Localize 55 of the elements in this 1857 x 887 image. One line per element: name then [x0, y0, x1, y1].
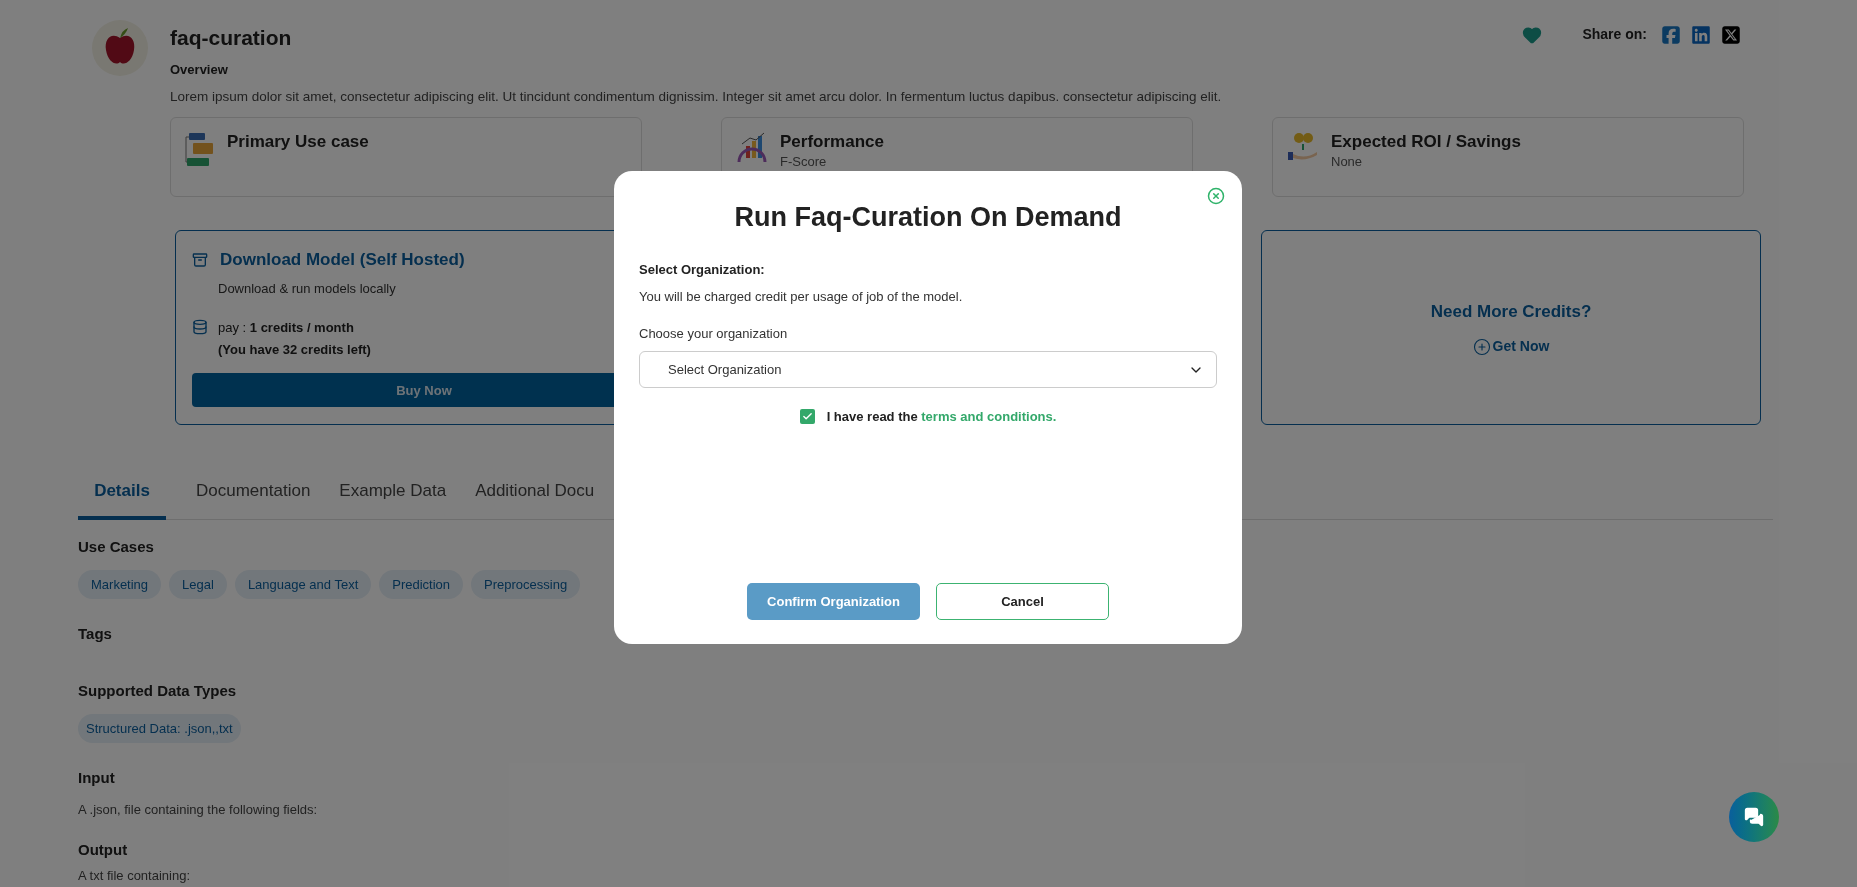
- info-card-title: Expected ROI / Savings: [1331, 132, 1521, 153]
- download-card-title: Download Model (Self Hosted): [220, 249, 465, 272]
- download-card-subtitle: Download & run models locally: [218, 279, 396, 298]
- section-heading: Tags: [78, 624, 113, 645]
- modal-section-label: Select Organization:: [639, 260, 766, 279]
- data-type-chip: Structured Data: .json,,txt: [78, 714, 241, 744]
- output-description: A txt file containing:: [78, 867, 190, 884]
- organization-select[interactable]: Select Organization: [639, 351, 1217, 388]
- x-icon[interactable]: [1721, 24, 1741, 45]
- cancel-button[interactable]: Cancel: [936, 583, 1109, 620]
- overview-label: Overview: [170, 60, 229, 79]
- chat-icon: [1744, 807, 1764, 827]
- favorite-icon[interactable]: [1522, 24, 1543, 45]
- share-label: Share on:: [1582, 25, 1647, 44]
- model-title: faq-curation: [170, 25, 292, 51]
- get-now-link[interactable]: Get Now: [1472, 336, 1550, 357]
- terms-link[interactable]: terms and conditions.: [921, 409, 1057, 424]
- facebook-icon[interactable]: [1661, 24, 1681, 45]
- confirm-button[interactable]: Confirm Organization: [747, 583, 920, 620]
- use-case-chip: Marketing: [78, 570, 162, 600]
- info-card-title: Primary Use case: [227, 132, 369, 153]
- apple-logo: [92, 20, 148, 76]
- close-icon[interactable]: [1207, 187, 1225, 205]
- plus-circle-icon: [1472, 337, 1491, 356]
- section-heading: Output: [78, 840, 129, 861]
- tab[interactable]: Example Data: [339, 478, 447, 520]
- tab[interactable]: Documentation: [196, 478, 311, 520]
- use-case-chip: Prediction: [379, 570, 464, 600]
- coins-hand-icon: [1287, 132, 1319, 163]
- input-description: A .json, file containing the following fields:: [78, 800, 318, 819]
- info-card-value: F-Score: [780, 154, 827, 170]
- tab[interactable]: Details: [78, 478, 166, 520]
- section-heading: Supported Data Types: [78, 680, 238, 701]
- modal-title: Run Faq-Curation On Demand: [733, 201, 1123, 234]
- terms-text: I have read the terms and conditions.: [826, 408, 1057, 426]
- modal-note: You will be charged credit per usage of job of the model.: [639, 288, 964, 306]
- section-heading: Use Cases: [78, 536, 155, 557]
- archive-icon: [192, 252, 208, 268]
- price-text: pay : 1 credits / month: [218, 319, 355, 338]
- terms-checkbox[interactable]: [799, 409, 815, 425]
- info-card-value: None: [1331, 154, 1363, 170]
- use-case-chip: Language and Text: [234, 570, 372, 600]
- field-label: Choose your organization: [639, 324, 789, 343]
- section-heading: Input: [78, 768, 116, 789]
- select-placeholder: Select Organization: [668, 360, 782, 379]
- tab[interactable]: Additional Docu: [475, 478, 595, 520]
- use-case-chip: Preprocessing: [471, 570, 581, 600]
- use-case-chip: Legal: [169, 570, 227, 600]
- stacked-cards-icon: [185, 132, 215, 169]
- credits-left-text: (You have 32 credits left): [218, 340, 371, 359]
- database-icon: [192, 319, 208, 336]
- overview-description: Lorem ipsum dolor sit amet, consectetur adipiscing elit. Ut tincidunt condimentum dignissim. Integer sit amet arcu dolor. In fermentum luctus dapibus. consectetur adipiscing elit.: [170, 88, 1223, 106]
- info-card-title: Performance: [780, 132, 884, 153]
- linkedin-icon[interactable]: [1691, 24, 1711, 45]
- credits-card-title: Need More Credits?: [1430, 300, 1592, 323]
